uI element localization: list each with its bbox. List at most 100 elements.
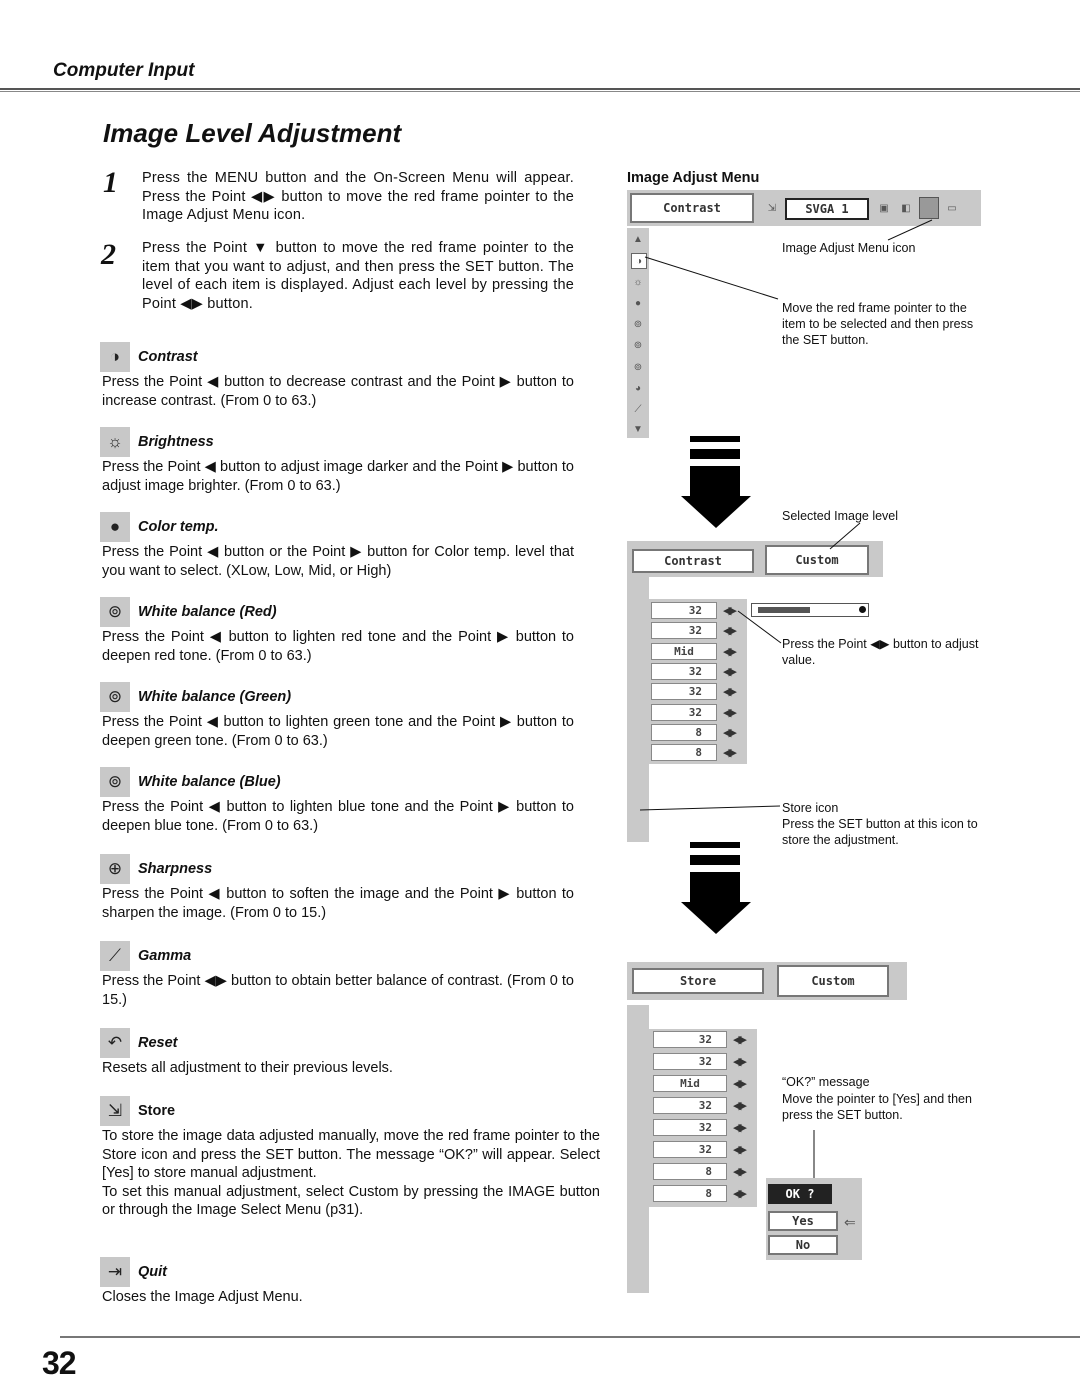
- item-title: Brightness: [138, 434, 214, 450]
- item-description: To store the image data adjusted manuall…: [102, 1128, 600, 1218]
- note-menu-icon: Image Adjust Menu icon: [782, 241, 916, 255]
- up-icon[interactable]: ▲: [631, 232, 645, 246]
- left-right-arrows-icon[interactable]: ◀▶: [723, 624, 737, 637]
- no-button[interactable]: No: [768, 1235, 838, 1255]
- item-description: Press the Point ◀ button to lighten gree…: [102, 714, 574, 749]
- step-text: Press the Point ▼ button to move the red…: [142, 240, 574, 312]
- gamma-icon[interactable]: ⟋: [631, 402, 645, 416]
- item-title: Color temp.: [138, 519, 219, 535]
- item-title: White balance (Red): [138, 604, 277, 620]
- yes-button[interactable]: Yes: [768, 1211, 838, 1231]
- note-selected-level: Selected Image level: [782, 509, 899, 523]
- note-press-point: Press the Point ◀▶ button to adjust valu…: [782, 637, 979, 667]
- value-field: Mid: [651, 642, 717, 660]
- item-title: Quit: [138, 1264, 167, 1280]
- item-title: Contrast: [138, 349, 198, 365]
- osd-top-bar: Store Custom: [627, 962, 907, 1000]
- page-number: 32: [42, 1345, 77, 1381]
- osd-side-icons: [627, 577, 649, 842]
- left-right-arrows-icon[interactable]: ◀▶: [733, 1055, 747, 1068]
- pointer-arrow-icon: ⇐: [844, 1214, 856, 1230]
- value-field: 8: [651, 723, 717, 741]
- item-title: White balance (Green): [138, 689, 292, 705]
- left-right-arrows-icon[interactable]: ◀▶: [733, 1121, 747, 1134]
- item-heading: ⊚ White balance (Red): [100, 597, 277, 627]
- item-description: Press the Point ◀ button to lighten blue…: [102, 799, 574, 834]
- contrast-icon[interactable]: ◑: [631, 253, 647, 269]
- left-right-arrows-icon[interactable]: ◀▶: [733, 1077, 747, 1090]
- page-title: Image Level Adjustment: [103, 118, 402, 148]
- sharpness-icon: ⊕: [100, 854, 130, 884]
- osd-item-field: Store: [632, 968, 764, 994]
- image-adjust-menu-icon[interactable]: [919, 197, 939, 219]
- value-field: 32: [653, 1097, 727, 1114]
- value-field: 32: [653, 1053, 727, 1070]
- osd-item-field: Contrast: [630, 193, 754, 223]
- value-field: 32: [651, 703, 717, 721]
- item-heading: ● Color temp.: [100, 512, 219, 542]
- left-right-arrows-icon[interactable]: ◀▶: [723, 706, 737, 719]
- white-balance-blue-icon[interactable]: ⊚: [631, 360, 645, 374]
- gamma-icon: ⟋: [100, 941, 130, 971]
- left-right-arrows-icon[interactable]: ◀▶: [723, 645, 737, 658]
- value-field: 32: [651, 622, 717, 640]
- item-title: Gamma: [138, 948, 192, 964]
- brightness-icon: ☼: [100, 427, 130, 457]
- item-title: White balance (Blue): [138, 774, 281, 790]
- color-temp-icon[interactable]: ●: [631, 296, 645, 310]
- ok-dialog: OK ? Yes ⇐ No: [766, 1178, 862, 1260]
- menu-icon[interactable]: ▣: [877, 201, 891, 215]
- item-heading: ⊚ White balance (Blue): [100, 767, 281, 797]
- left-right-arrows-icon[interactable]: ◀▶: [723, 665, 737, 678]
- step-text: Press the MENU button and the On-Screen …: [142, 170, 574, 223]
- ok-title: OK ?: [768, 1184, 832, 1204]
- header-rule: [0, 88, 1080, 92]
- menu-icon[interactable]: ▭: [945, 201, 959, 215]
- store-icon: ⇲: [100, 1096, 130, 1126]
- sharpness-icon[interactable]: ◕: [631, 381, 645, 395]
- down-icon[interactable]: ▼: [631, 422, 645, 436]
- section-title: Computer Input: [53, 60, 195, 81]
- item-heading: ⊕ Sharpness: [100, 854, 212, 884]
- reset-icon: ↶: [100, 1028, 130, 1058]
- value-field: 32: [653, 1141, 727, 1158]
- store-icon[interactable]: ⇲: [765, 201, 779, 215]
- left-right-arrows-icon[interactable]: ◀▶: [733, 1033, 747, 1046]
- osd-side-icons: [627, 1005, 649, 1293]
- value-field: 32: [651, 602, 717, 619]
- item-description: Press the Point ◀▶ button to obtain bett…: [102, 973, 574, 1008]
- left-right-arrows-icon[interactable]: ◀▶: [733, 1143, 747, 1156]
- left-right-arrows-icon[interactable]: ◀▶: [733, 1099, 747, 1112]
- left-right-arrows-icon[interactable]: ◀▶: [723, 726, 737, 739]
- value-field: 32: [651, 683, 717, 701]
- step-number: 1: [103, 166, 118, 199]
- item-heading: ☼ Brightness: [100, 427, 214, 457]
- left-right-arrows-icon[interactable]: ◀▶: [723, 604, 737, 617]
- osd-level-field: Custom: [777, 965, 889, 997]
- osd-top-bar: Contrast ⇲ SVGA 1 ▣ ◧ ▭: [627, 190, 981, 226]
- note-store: Press the SET button at this icon to sto…: [782, 817, 978, 847]
- white-balance-red-icon: ⊚: [100, 597, 130, 627]
- down-arrow-graphic: [681, 436, 751, 535]
- item-title: Store: [138, 1103, 176, 1119]
- contrast-level-bar[interactable]: [751, 603, 869, 617]
- down-arrow-graphic: [681, 842, 751, 941]
- item-description: Press the Point ◀ button to adjust image…: [102, 459, 574, 494]
- left-right-arrows-icon[interactable]: ◀▶: [733, 1187, 747, 1200]
- left-right-arrows-icon[interactable]: ◀▶: [723, 685, 737, 698]
- item-description: Press the Point ◀ button to soften the i…: [102, 886, 574, 921]
- value-field: 32: [651, 662, 717, 680]
- left-right-arrows-icon[interactable]: ◀▶: [723, 746, 737, 759]
- bar-end-dot: [859, 606, 866, 613]
- quit-icon: ⇥: [100, 1257, 130, 1287]
- white-balance-green-icon[interactable]: ⊚: [631, 338, 645, 352]
- osd-level-field: Custom: [765, 545, 869, 575]
- white-balance-red-icon[interactable]: ⊚: [631, 317, 645, 331]
- item-description: Press the Point ◀ button or the Point ▶ …: [102, 544, 574, 579]
- osd-item-field: Contrast: [632, 549, 754, 573]
- brightness-icon[interactable]: ☼: [631, 275, 645, 289]
- note-store-title: Store icon: [782, 801, 839, 815]
- item-description: Closes the Image Adjust Menu.: [102, 1289, 303, 1305]
- left-right-arrows-icon[interactable]: ◀▶: [733, 1165, 747, 1178]
- menu-icon[interactable]: ◧: [899, 201, 913, 215]
